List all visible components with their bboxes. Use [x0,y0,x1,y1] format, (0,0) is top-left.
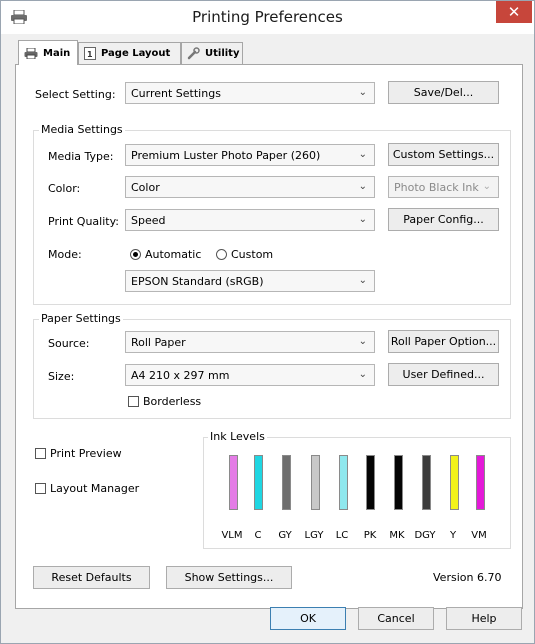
tab-main-label: Main [43,47,71,59]
mode-automatic-label: Automatic [145,248,202,261]
color-label: Color: [48,182,81,195]
chevron-down-icon: ⌄ [482,181,491,192]
ink-label-c: C [254,530,262,541]
mode-setting-dropdown[interactable]: EPSON Standard (sRGB) ⌄ [125,270,375,292]
page-layout-icon: 1 [84,47,96,60]
ink-bar-mk [394,455,403,510]
print-preview-label: Print Preview [50,447,122,460]
reset-defaults-button[interactable]: Reset Defaults [33,566,150,589]
print-quality-value: Speed [131,213,166,227]
chevron-down-icon: ⌄ [358,181,367,192]
print-quality-label: Print Quality: [48,215,120,228]
size-value: A4 210 x 297 mm [131,368,230,382]
printer-icon [24,47,38,59]
media-type-dropdown[interactable]: Premium Luster Photo Paper (260) ⌄ [125,144,375,166]
svg-text:1: 1 [87,50,93,59]
ok-button[interactable]: OK [270,607,346,630]
tab-main[interactable]: Main [18,40,78,65]
ink-bar-lc [339,455,348,510]
paper-settings-title: Paper Settings [39,312,123,325]
help-button[interactable]: Help [446,607,522,630]
tab-page-layout-label: Page Layout [101,48,171,59]
ink-label-lc: LC [335,530,349,541]
chevron-down-icon: ⌄ [358,369,367,380]
print-quality-dropdown[interactable]: Speed ⌄ [125,209,375,231]
ink-label-lgy: LGY [304,530,324,541]
ink-bar-dgy [422,455,431,510]
layout-manager-checkbox[interactable] [35,483,46,494]
media-settings-title: Media Settings [39,123,125,136]
mode-setting-value: EPSON Standard (sRGB) [131,274,264,288]
ink-bar-gy [282,455,291,510]
select-setting-label: Select Setting: [35,88,116,101]
borderless-label: Borderless [143,395,202,408]
select-setting-value: Current Settings [131,86,221,100]
save-del-button[interactable]: Save/Del... [388,81,499,104]
size-dropdown[interactable]: A4 210 x 297 mm ⌄ [125,364,375,386]
ink-bar-y [450,455,459,510]
mode-label: Mode: [48,248,82,261]
size-label: Size: [48,370,75,383]
media-type-label: Media Type: [48,150,114,163]
window-title: Printing Preferences [192,8,343,26]
chevron-down-icon: ⌄ [358,214,367,225]
chevron-down-icon: ⌄ [358,275,367,286]
wrench-icon [187,47,200,60]
mode-automatic-radio[interactable] [130,249,141,260]
ink-type-dropdown: Photo Black Ink ⌄ [388,176,499,198]
ink-bar-vlm [229,455,238,510]
tab-utility-label: Utility [205,48,240,59]
ink-label-pk: PK [363,530,377,541]
borderless-checkbox[interactable] [128,396,139,407]
layout-manager-label: Layout Manager [50,482,140,495]
source-label: Source: [48,337,90,350]
cancel-button[interactable]: Cancel [358,607,434,630]
title-bar: Printing Preferences [1,1,534,34]
roll-paper-option-button[interactable]: Roll Paper Option... [388,330,499,353]
mode-custom-label: Custom [231,248,274,261]
chevron-down-icon: ⌄ [358,87,367,98]
ink-label-vm: VM [471,530,487,541]
ink-label-dgy: DGY [414,530,436,541]
source-value: Roll Paper [131,335,186,349]
ink-bar-vm [476,455,485,510]
color-dropdown[interactable]: Color ⌄ [125,176,375,198]
version-label: Version 6.70 [433,571,502,584]
close-button[interactable]: ✕ [496,1,532,23]
show-settings-button[interactable]: Show Settings... [166,566,292,589]
media-type-value: Premium Luster Photo Paper (260) [131,148,321,162]
ink-bar-lgy [311,455,320,510]
custom-settings-button[interactable]: Custom Settings... [388,143,499,166]
tab-utility[interactable]: Utility [181,42,243,64]
chevron-down-icon: ⌄ [358,336,367,347]
tab-page-layout[interactable]: 1 Page Layout [78,42,181,64]
ink-type-value: Photo Black Ink [394,180,479,194]
ink-label-gy: GY [278,530,292,541]
ink-label-mk: MK [389,530,405,541]
chevron-down-icon: ⌄ [358,149,367,160]
source-dropdown[interactable]: Roll Paper ⌄ [125,331,375,353]
mode-custom-radio[interactable] [216,249,227,260]
select-setting-dropdown[interactable]: Current Settings ⌄ [125,82,375,104]
ink-bar-pk [366,455,375,510]
ink-levels-title: Ink Levels [208,430,267,443]
user-defined-button[interactable]: User Defined... [388,363,499,386]
ink-bar-c [254,455,263,510]
color-value: Color [131,180,160,194]
paper-config-button[interactable]: Paper Config... [388,208,499,231]
print-preview-checkbox[interactable] [35,448,46,459]
